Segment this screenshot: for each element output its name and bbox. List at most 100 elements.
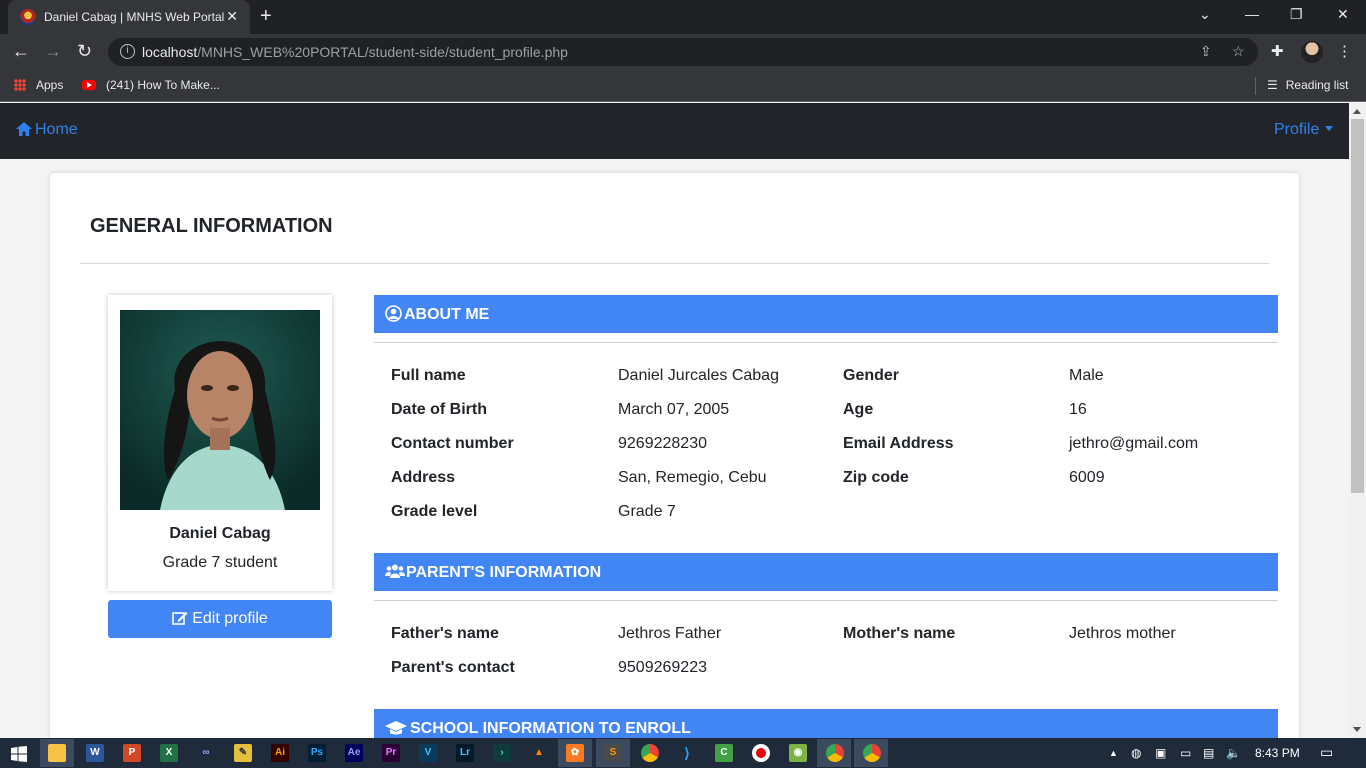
- minimize-icon[interactable]: —: [1245, 6, 1259, 22]
- excel-icon[interactable]: X: [160, 744, 178, 762]
- url-text[interactable]: localhost/MNHS_WEB%20PORTAL/student-side…: [142, 44, 568, 60]
- volume-icon[interactable]: 🔈: [1226, 746, 1241, 760]
- school-info-title: SCHOOL INFORMATION TO ENROLL: [410, 720, 691, 737]
- site-favicon-icon: [20, 9, 36, 25]
- youtube-icon: [82, 80, 96, 90]
- bookmarks-divider: [1255, 77, 1256, 95]
- full-name-value: Daniel Jurcales Cabag: [618, 367, 779, 384]
- field-label: Mother's name: [843, 625, 956, 642]
- notes-app-icon[interactable]: ✎: [234, 744, 252, 762]
- bookmark-apps[interactable]: Apps: [14, 78, 63, 92]
- nav-profile-dropdown[interactable]: Profile: [1274, 121, 1334, 139]
- reading-list-label: Reading list: [1285, 78, 1349, 92]
- android-app-icon[interactable]: ◉: [789, 744, 807, 762]
- site-navbar: Home Profile: [0, 103, 1349, 159]
- caret-down-icon: [1325, 126, 1334, 131]
- scrollbar-thumb[interactable]: [1351, 119, 1364, 493]
- browser-tab[interactable]: Daniel Cabag | MNHS Web Portal ✕: [8, 0, 250, 34]
- user-circle-icon: [385, 305, 402, 322]
- bookmark-youtube[interactable]: (241) How To Make...: [82, 78, 220, 92]
- father-name-value: Jethros Father: [618, 625, 722, 642]
- reading-list-icon: ☰: [1267, 78, 1278, 92]
- address-value: San, Remegio, Cebu: [618, 469, 767, 486]
- infinity-app-icon[interactable]: ∞: [197, 744, 215, 762]
- share-icon[interactable]: ⇪: [1200, 43, 1212, 60]
- sublime-text-icon[interactable]: S: [604, 744, 622, 762]
- windows-taskbar: W P X ∞ ✎ Ai Ps Ae Pr V Lr › ▲ ✿ S ⟩ C ◉…: [0, 738, 1366, 768]
- site-info-icon[interactable]: i: [120, 44, 135, 59]
- close-tab-icon[interactable]: ✕: [226, 8, 238, 25]
- reload-icon[interactable]: ↻: [77, 42, 92, 60]
- extensions-icon[interactable]: ✚: [1271, 42, 1284, 60]
- profile-avatar-icon[interactable]: [1301, 41, 1323, 63]
- network-icon[interactable]: ▤: [1203, 746, 1214, 760]
- notifications-icon[interactable]: ▭: [1320, 744, 1333, 761]
- photoshop-icon[interactable]: Ps: [308, 744, 326, 762]
- powerpoint-icon[interactable]: P: [123, 744, 141, 762]
- page-scrollbar[interactable]: [1349, 103, 1366, 738]
- tab-search-icon[interactable]: ⌄: [1199, 6, 1211, 23]
- contact-value: 9269228230: [618, 435, 707, 452]
- gender-value: Male: [1069, 367, 1104, 384]
- email-value: jethro@gmail.com: [1069, 435, 1199, 452]
- field-label: Full name: [391, 367, 466, 384]
- illustrator-icon[interactable]: Ai: [271, 744, 289, 762]
- page-title: GENERAL INFORMATION: [90, 215, 333, 237]
- browser-tabstrip: Daniel Cabag | MNHS Web Portal ✕ + ⌄ — ❐…: [0, 0, 1366, 34]
- edit-profile-button[interactable]: Edit profile: [108, 600, 332, 638]
- tray-app-icon[interactable]: ▣: [1155, 746, 1166, 760]
- reading-list-button[interactable]: ☰ Reading list: [1267, 78, 1348, 92]
- about-me-header: ABOUT ME: [374, 295, 1278, 333]
- field-label: Father's name: [391, 625, 499, 642]
- tray-chrome-icon[interactable]: ◍: [1131, 746, 1141, 760]
- after-effects-icon[interactable]: Ae: [345, 744, 363, 762]
- chrome-window-icon[interactable]: [826, 744, 844, 762]
- birthdate-value: March 07, 2005: [618, 401, 730, 418]
- back-icon[interactable]: ←: [12, 42, 30, 60]
- chrome-icon[interactable]: [641, 744, 659, 762]
- tray-overflow-icon[interactable]: ▲: [1109, 748, 1118, 758]
- new-tab-icon[interactable]: +: [260, 6, 272, 26]
- record-icon[interactable]: [752, 744, 770, 762]
- forward-icon[interactable]: →: [44, 42, 62, 60]
- field-label: Email Address: [843, 435, 954, 452]
- student-grade: Grade 7 student: [162, 554, 278, 571]
- vlc-icon[interactable]: ▲: [530, 744, 548, 762]
- parents-title: PARENT'S INFORMATION: [406, 564, 602, 581]
- vscode-icon[interactable]: ⟩: [678, 744, 696, 762]
- xampp-icon[interactable]: ✿: [566, 744, 584, 762]
- zip-value: 6009: [1069, 469, 1105, 486]
- clock-time[interactable]: 8:43 PM: [1255, 746, 1300, 760]
- url-path: /MNHS_WEB%20PORTAL/student-side/student_…: [197, 44, 568, 60]
- lightroom-icon[interactable]: Lr: [456, 744, 474, 762]
- chrome-menu-icon[interactable]: ⋮: [1337, 42, 1352, 60]
- profile-card: GENERAL INFORMATION Daniel Cabag Grade 7…: [50, 173, 1299, 738]
- page-viewport: Home Profile GENERAL INFORMATION Daniel …: [0, 103, 1349, 738]
- bookmarks-bar: Apps (241) How To Make... ☰ Reading list: [0, 70, 1366, 102]
- graduation-cap-icon: [385, 721, 407, 735]
- age-value: 16: [1069, 401, 1087, 418]
- scroll-up-icon[interactable]: [1353, 109, 1361, 114]
- word-icon[interactable]: W: [86, 744, 104, 762]
- student-name: Daniel Cabag: [169, 525, 271, 542]
- windows-start-icon[interactable]: [11, 746, 27, 762]
- battery-icon[interactable]: ▭: [1180, 746, 1191, 760]
- edit-profile-label: Edit profile: [192, 610, 268, 627]
- file-explorer-icon[interactable]: [48, 744, 66, 762]
- premiere-icon[interactable]: Pr: [382, 744, 400, 762]
- camtasia-icon[interactable]: C: [715, 744, 733, 762]
- field-label: Address: [391, 469, 456, 486]
- url-host: localhost: [142, 44, 198, 60]
- address-bar[interactable]: i localhost/MNHS_WEB%20PORTAL/student-si…: [108, 38, 1258, 66]
- terminal-app-icon[interactable]: ›: [493, 744, 511, 762]
- restore-icon[interactable]: ❐: [1290, 6, 1303, 23]
- vegas-icon[interactable]: V: [419, 744, 437, 762]
- scroll-down-icon[interactable]: [1353, 727, 1361, 732]
- chrome-window-icon[interactable]: [863, 744, 881, 762]
- student-photo: [120, 310, 320, 510]
- bookmark-star-icon[interactable]: ☆: [1232, 43, 1245, 60]
- close-window-icon[interactable]: ✕: [1337, 6, 1349, 23]
- field-label: Date of Birth: [391, 401, 487, 418]
- edit-icon: [172, 612, 188, 625]
- nav-home-link[interactable]: Home: [16, 121, 78, 139]
